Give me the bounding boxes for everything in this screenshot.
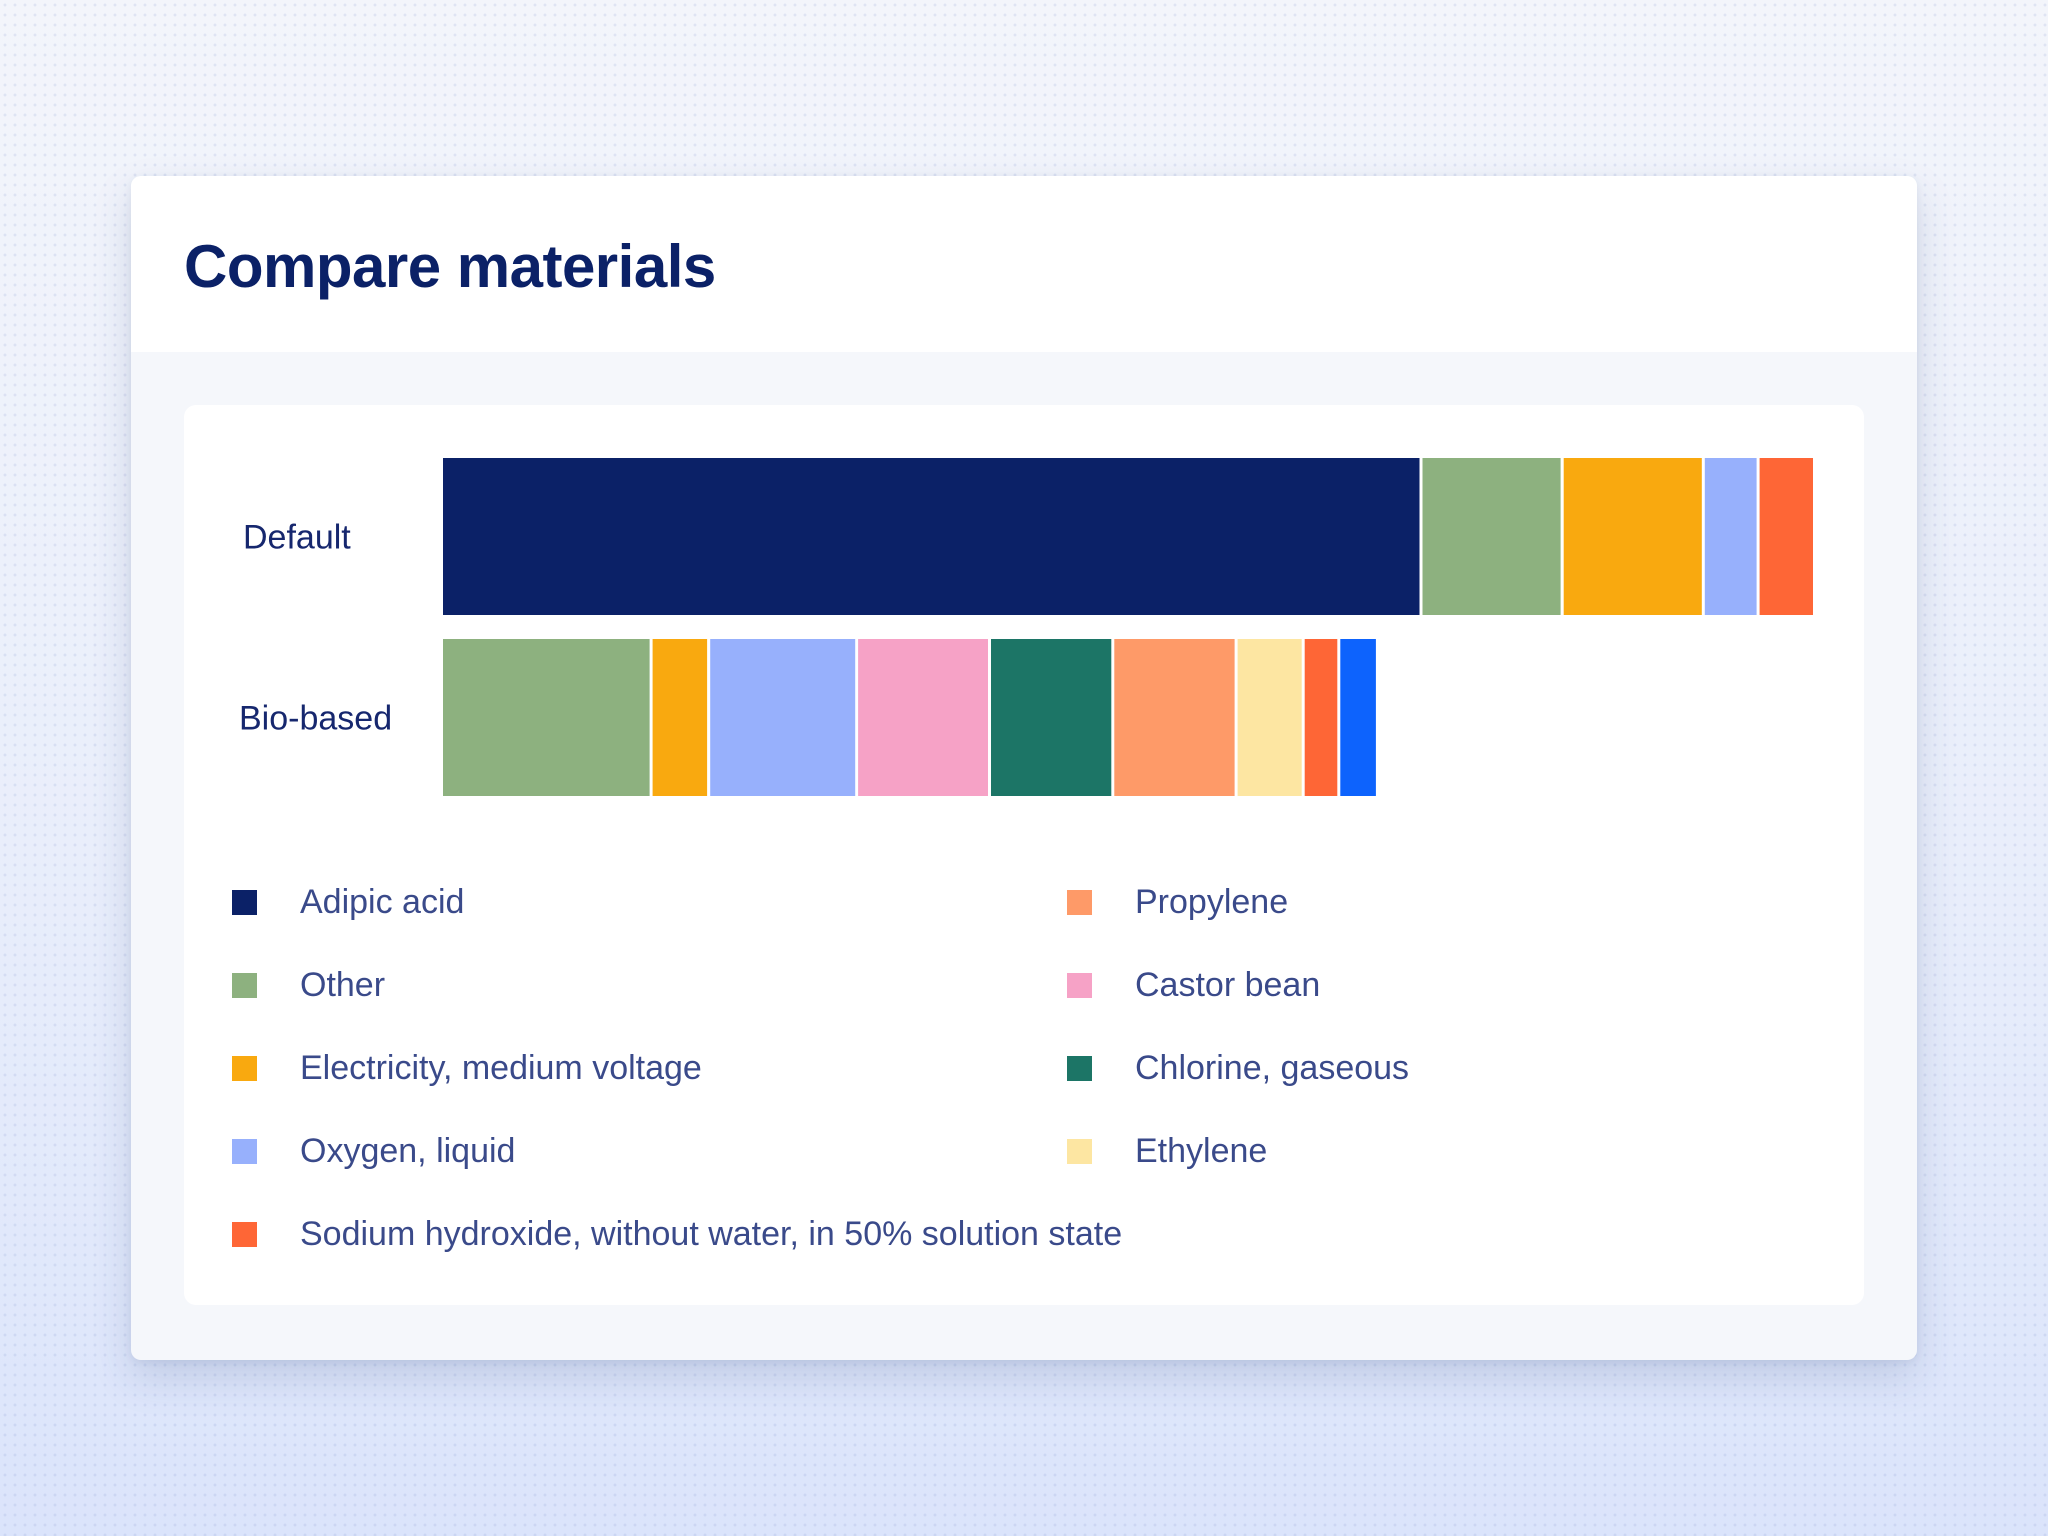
legend-item-oxygen-liquid[interactable]: Oxygen, liquid xyxy=(232,1131,515,1171)
legend-label: Electricity, medium voltage xyxy=(300,1048,702,1087)
legend-item-sodium-hydroxide-without-water-in-50-solution-state[interactable]: Sodium hydroxide, without water, in 50% … xyxy=(232,1214,1122,1254)
compare-materials-card: Compare materials Default Bio-based Adipi… xyxy=(131,176,1917,1360)
legend-item-electricity-medium-voltage[interactable]: Electricity, medium voltage xyxy=(232,1048,702,1088)
legend-item-propylene[interactable]: Propylene xyxy=(1067,882,1288,922)
card-title: Compare materials xyxy=(184,233,716,300)
legend-swatch xyxy=(1067,889,1092,915)
legend-label: Castor bean xyxy=(1135,965,1321,1004)
legend-swatch xyxy=(232,1138,257,1164)
legend-label: Chlorine, gaseous xyxy=(1135,1048,1410,1087)
chart-legend: Adipic acid Other Electricity, medium volt… xyxy=(184,405,1864,1305)
legend-label: Sodium hydroxide, without water, in 50% … xyxy=(300,1214,1123,1253)
legend-swatch xyxy=(232,972,257,998)
legend-item-chlorine-gaseous[interactable]: Chlorine, gaseous xyxy=(1067,1048,1409,1088)
legend-swatch xyxy=(1067,1138,1092,1164)
card-header: Compare materials xyxy=(131,176,1917,352)
chart-panel: Default Bio-based Adipic acid Other Electri… xyxy=(184,405,1864,1305)
legend-swatch xyxy=(232,889,257,915)
legend-item-adipic-acid[interactable]: Adipic acid xyxy=(232,882,464,922)
legend-label: Oxygen, liquid xyxy=(300,1131,516,1170)
legend-label: Ethylene xyxy=(1135,1131,1268,1170)
legend-item-castor-bean[interactable]: Castor bean xyxy=(1067,965,1320,1005)
legend-label: Adipic acid xyxy=(300,882,465,921)
legend-swatch xyxy=(232,1221,257,1247)
legend-swatch xyxy=(1067,972,1092,998)
legend-swatch xyxy=(1067,1055,1092,1081)
legend-label: Propylene xyxy=(1135,882,1289,921)
legend-label: Other xyxy=(300,965,386,1004)
legend-item-other[interactable]: Other xyxy=(232,965,385,1005)
legend-swatch xyxy=(232,1055,257,1081)
legend-item-ethylene[interactable]: Ethylene xyxy=(1067,1131,1267,1171)
